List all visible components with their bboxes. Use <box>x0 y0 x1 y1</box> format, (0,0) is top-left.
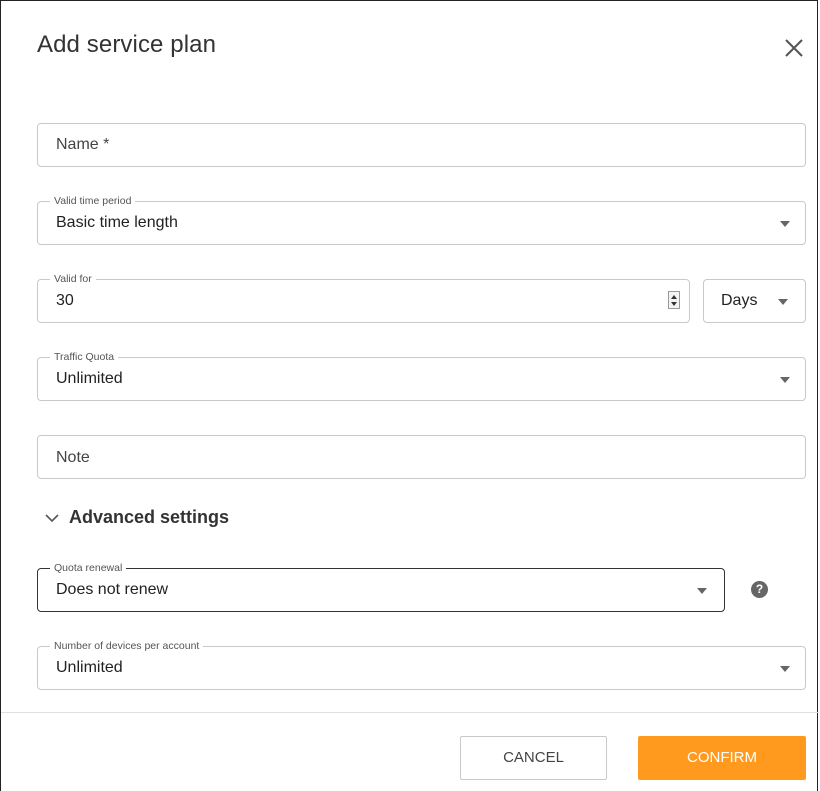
name-placeholder: Name * <box>56 136 110 153</box>
note-placeholder: Note <box>56 449 90 466</box>
close-icon[interactable] <box>779 33 809 63</box>
stepper-up-icon[interactable] <box>671 295 677 299</box>
footer-divider <box>1 712 819 713</box>
chevron-down-icon <box>780 221 790 227</box>
number-stepper[interactable] <box>668 291 680 309</box>
traffic-quota-label: Traffic Quota <box>50 351 119 364</box>
note-field[interactable]: Note <box>37 435 806 479</box>
confirm-button[interactable]: CONFIRM <box>638 736 806 780</box>
valid-for-label: Valid for <box>50 273 96 286</box>
devices-per-account-value: Unlimited <box>56 659 123 676</box>
valid-time-period-label: Valid time period <box>50 195 136 208</box>
chevron-down-icon <box>697 588 707 594</box>
advanced-settings-label: Advanced settings <box>69 507 230 527</box>
traffic-quota-select[interactable]: Traffic Quota Unlimited <box>37 351 806 401</box>
devices-per-account-select[interactable]: Number of devices per account Unlimited <box>37 640 806 690</box>
valid-time-period-value: Basic time length <box>56 214 178 231</box>
name-field[interactable]: Name * <box>37 123 806 167</box>
chevron-down-icon <box>780 377 790 383</box>
quota-renewal-select[interactable]: Quota renewal Does not renew <box>37 562 725 612</box>
help-icon[interactable]: ? <box>751 581 768 598</box>
quota-renewal-value: Does not renew <box>56 581 169 598</box>
dialog-title: Add service plan <box>37 31 217 58</box>
valid-for-unit-select[interactable]: Days <box>703 279 806 323</box>
advanced-settings-toggle[interactable]: Advanced settings <box>45 507 229 528</box>
valid-for-input[interactable]: Valid for 30 <box>37 273 690 323</box>
valid-for-unit-value: Days <box>721 292 758 309</box>
chevron-down-icon <box>780 666 790 672</box>
add-service-plan-dialog: Add service plan Name * Valid time perio… <box>0 0 819 791</box>
devices-per-account-label: Number of devices per account <box>50 640 204 653</box>
cancel-button[interactable]: CANCEL <box>460 736 607 780</box>
valid-for-value: 30 <box>56 292 74 309</box>
chevron-down-icon <box>45 513 59 522</box>
quota-renewal-label: Quota renewal <box>50 562 127 575</box>
traffic-quota-value: Unlimited <box>56 370 123 387</box>
valid-time-period-select[interactable]: Valid time period Basic time length <box>37 195 806 245</box>
stepper-down-icon[interactable] <box>671 302 677 306</box>
chevron-down-icon <box>778 299 788 305</box>
